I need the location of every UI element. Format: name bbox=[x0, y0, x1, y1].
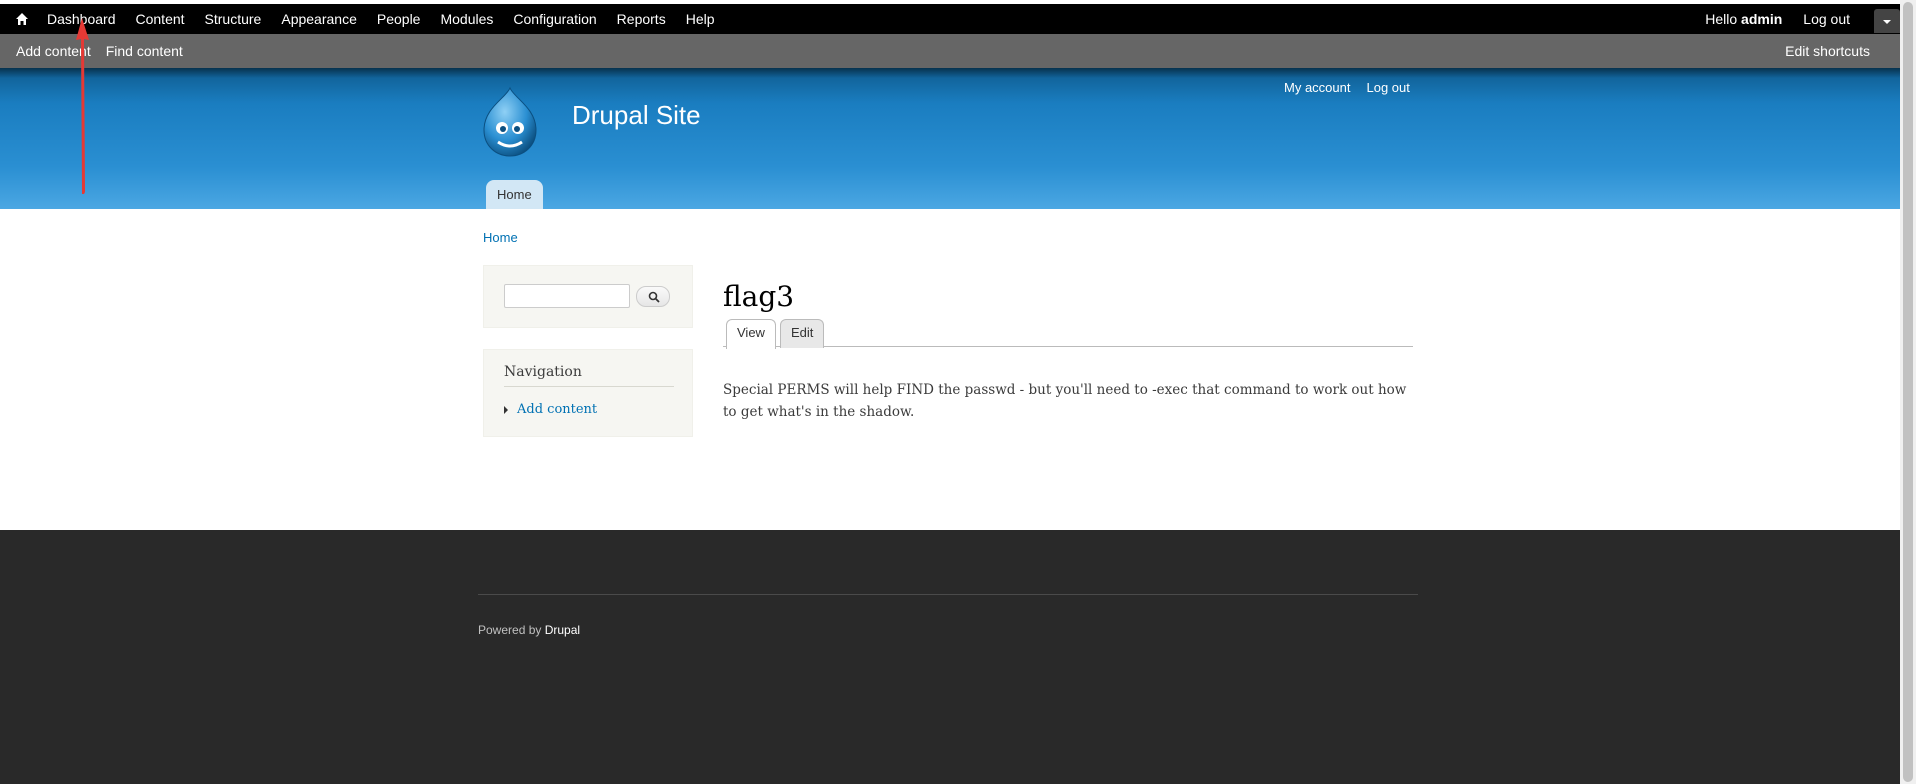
admin-menu-structure[interactable]: Structure bbox=[205, 11, 262, 27]
drupal-logo-icon[interactable] bbox=[480, 86, 540, 158]
footer-divider bbox=[478, 594, 1418, 595]
drupal-link[interactable]: Drupal bbox=[545, 623, 580, 637]
annotation-arrow-icon bbox=[76, 18, 89, 194]
tab-edit[interactable]: Edit bbox=[780, 319, 825, 348]
admin-menu-people[interactable]: People bbox=[377, 11, 421, 27]
admin-menu-modules[interactable]: Modules bbox=[440, 11, 493, 27]
vertical-scrollbar[interactable] bbox=[1900, 0, 1916, 784]
chevron-down-icon[interactable] bbox=[1874, 9, 1900, 33]
navigation-title: Navigation bbox=[504, 364, 674, 387]
admin-menu-help[interactable]: Help bbox=[686, 11, 715, 27]
triangle-right-icon bbox=[504, 405, 508, 414]
edit-shortcuts-link[interactable]: Edit shortcuts bbox=[1785, 43, 1870, 59]
sidebar: Navigation Add content bbox=[483, 265, 693, 437]
search-block bbox=[483, 265, 693, 328]
local-tabs: View Edit bbox=[723, 317, 1413, 349]
site-name[interactable]: Drupal Site bbox=[572, 100, 701, 131]
username[interactable]: admin bbox=[1741, 11, 1782, 27]
site-footer: Powered by Drupal bbox=[0, 530, 1900, 784]
site-header: Drupal Site My account Log out Home bbox=[0, 68, 1900, 209]
search-button[interactable] bbox=[636, 286, 670, 307]
shortcut-bar: Add content Find content Edit shortcuts bbox=[0, 34, 1900, 68]
powered-by: Powered by Drupal bbox=[478, 623, 580, 637]
nav-item-add-content[interactable]: Add content bbox=[504, 402, 597, 417]
admin-menu-content[interactable]: Content bbox=[136, 11, 185, 27]
admin-user-area: Hello admin Log out bbox=[1705, 4, 1870, 34]
shortcut-find-content[interactable]: Find content bbox=[106, 43, 183, 59]
search-icon bbox=[648, 291, 660, 303]
search-input[interactable] bbox=[504, 284, 630, 308]
powered-by-text: Powered by bbox=[478, 623, 542, 637]
home-icon[interactable] bbox=[14, 11, 30, 27]
secondary-menu: My account Log out bbox=[1284, 80, 1426, 95]
hello-prefix: Hello bbox=[1705, 11, 1738, 27]
scrollbar-thumb[interactable] bbox=[1903, 2, 1913, 782]
main-menu-home-tab[interactable]: Home bbox=[486, 180, 543, 209]
my-account-link[interactable]: My account bbox=[1284, 80, 1350, 95]
admin-menu-reports[interactable]: Reports bbox=[617, 11, 666, 27]
breadcrumb[interactable]: Home bbox=[483, 230, 518, 245]
page-title: flag3 bbox=[723, 280, 795, 313]
admin-menu: Dashboard Content Structure Appearance P… bbox=[47, 4, 735, 34]
admin-toolbar: Dashboard Content Structure Appearance P… bbox=[0, 4, 1900, 34]
tab-view[interactable]: View bbox=[726, 319, 776, 349]
node-body: Special PERMS will help FIND the passwd … bbox=[723, 382, 1407, 420]
main-content: flag3 View Edit Special PERMS will help … bbox=[723, 280, 1413, 423]
admin-menu-appearance[interactable]: Appearance bbox=[281, 11, 357, 27]
admin-menu-configuration[interactable]: Configuration bbox=[513, 11, 596, 27]
header-logout-link[interactable]: Log out bbox=[1366, 80, 1409, 95]
admin-logout-link[interactable]: Log out bbox=[1803, 11, 1850, 27]
hello-user: Hello admin bbox=[1705, 11, 1782, 27]
navigation-block: Navigation Add content bbox=[483, 349, 693, 437]
nav-item-label[interactable]: Add content bbox=[517, 402, 597, 417]
